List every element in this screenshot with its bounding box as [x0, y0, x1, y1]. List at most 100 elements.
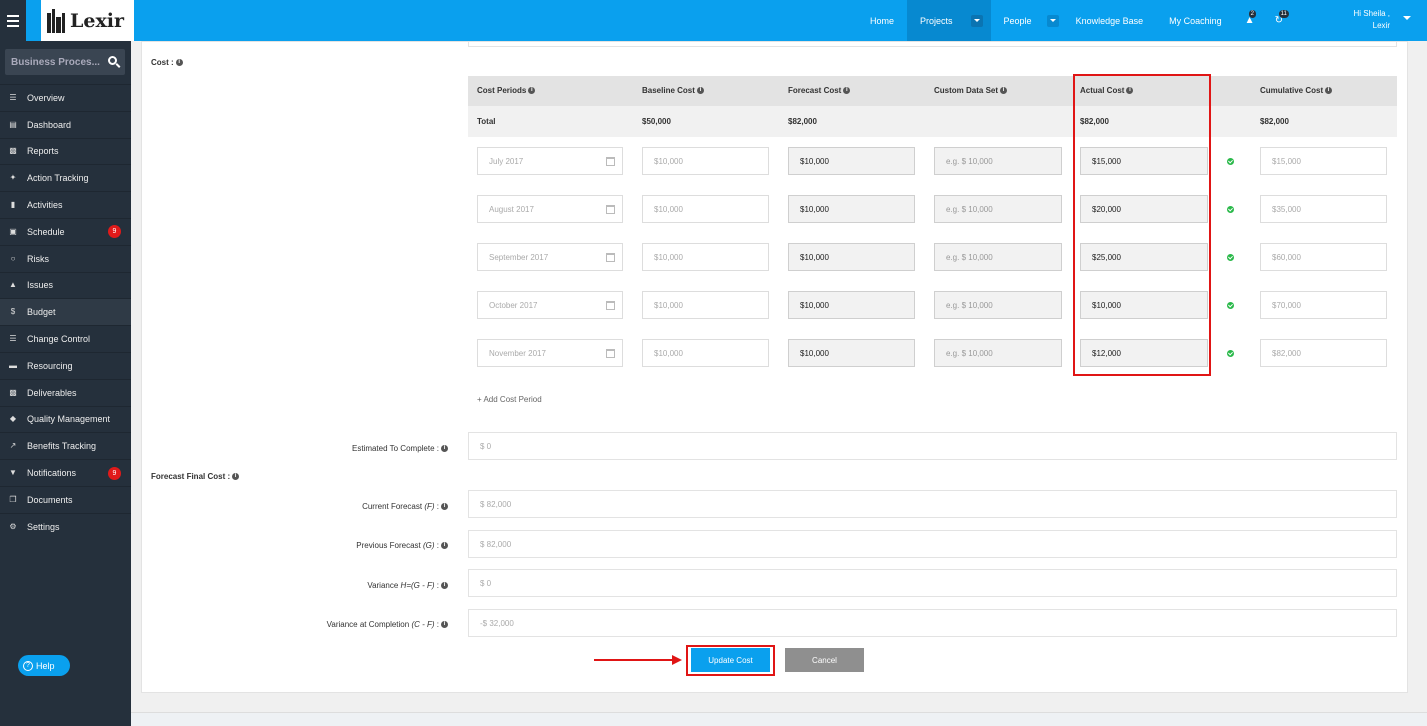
baseline-input[interactable]: $10,000	[642, 243, 769, 271]
forecast-input[interactable]: $10,000	[788, 339, 915, 367]
list-icon: ☰	[9, 92, 17, 102]
people-dropdown-icon[interactable]	[1046, 14, 1059, 27]
etc-input[interactable]: $ 0	[468, 432, 1397, 460]
sidebar-item-label: Activities	[27, 200, 63, 211]
custom-data-input[interactable]: e.g. $ 10,000	[934, 147, 1062, 175]
user-menu[interactable]: Hi Sheila , Lexir	[1345, 8, 1390, 32]
info-icon[interactable]: i	[441, 582, 448, 590]
header-cumulative-cost: Cumulative Cost i	[1260, 86, 1333, 95]
update-cost-button[interactable]: Update Cost	[691, 648, 770, 672]
sidebar-item-issues[interactable]: ▲ Issues	[0, 271, 131, 299]
etc-label: Estimated To Complete :i	[148, 444, 448, 453]
baseline-input[interactable]: $10,000	[642, 195, 769, 223]
cancel-button[interactable]: Cancel	[785, 648, 864, 672]
calendar-icon[interactable]	[606, 301, 615, 310]
sidebar-item-action-tracking[interactable]: ✦ Action Tracking	[0, 164, 131, 191]
search-icon[interactable]	[108, 56, 117, 65]
pointer-arrow-icon	[594, 655, 682, 665]
copy-icon: ❐	[9, 494, 17, 504]
baseline-input[interactable]: $10,000	[642, 339, 769, 367]
forecast-input[interactable]: $10,000	[788, 243, 915, 271]
sidebar-item-overview[interactable]: ☰ Overview	[0, 84, 131, 111]
variance-input[interactable]: $ 0	[468, 569, 1397, 597]
hamburger-menu-icon[interactable]	[0, 0, 26, 41]
info-icon[interactable]: i	[175, 59, 183, 67]
period-date-input[interactable]: October 2017	[477, 291, 623, 319]
actual-cost-highlight	[1073, 74, 1211, 376]
variance-at-completion-input[interactable]: -$ 32,000	[468, 609, 1397, 637]
sidebar-item-label: Quality Management	[27, 414, 111, 425]
nav-my-coaching[interactable]: My Coaching	[1156, 0, 1235, 41]
user-dropdown-icon[interactable]	[1403, 16, 1411, 20]
info-icon[interactable]: i	[232, 473, 240, 481]
info-icon[interactable]: i	[696, 87, 704, 95]
sidebar-item-settings[interactable]: ⚙ Settings	[0, 512, 131, 540]
nav-projects[interactable]: Projects	[907, 0, 991, 41]
sidebar-item-deliverables[interactable]: ▩ Deliverables	[0, 378, 131, 406]
project-search-input[interactable]: Business Proces...	[5, 49, 125, 75]
header-baseline-cost: Baseline Cost i	[642, 86, 704, 95]
sidebar-item-resourcing[interactable]: ▬ Resourcing	[0, 351, 131, 379]
custom-data-input[interactable]: e.g. $ 10,000	[934, 243, 1062, 271]
info-icon[interactable]: i	[441, 445, 448, 453]
cost-table-header	[468, 76, 1397, 106]
sidebar-menu: ☰ Overview ▤ Dashboard ▩ Reports ✦ Action Tr…	[0, 84, 131, 540]
sidebar-item-dashboard[interactable]: ▤ Dashboard	[0, 110, 131, 138]
calendar-icon[interactable]	[606, 349, 615, 358]
nav-knowledge-base[interactable]: Knowledge Base	[1063, 0, 1157, 41]
previous-forecast-input[interactable]: $ 82,000	[468, 530, 1397, 558]
projects-dropdown-icon[interactable]	[970, 14, 983, 27]
sidebar-item-risks[interactable]: ○ Risks	[0, 244, 131, 272]
custom-data-input[interactable]: e.g. $ 10,000	[934, 291, 1062, 319]
check-icon	[1227, 158, 1234, 165]
info-icon[interactable]: i	[1000, 87, 1008, 95]
custom-data-input[interactable]: e.g. $ 10,000	[934, 339, 1062, 367]
check-icon	[1227, 254, 1234, 261]
baseline-input[interactable]: $10,000	[642, 291, 769, 319]
current-forecast-input[interactable]: $ 82,000	[468, 490, 1397, 518]
total-cumulative: $82,000	[1260, 117, 1289, 126]
info-icon[interactable]: i	[441, 542, 448, 550]
sidebar-item-label: Benefits Tracking	[27, 441, 97, 452]
info-icon[interactable]: i	[441, 621, 448, 629]
info-icon[interactable]: i	[528, 87, 536, 95]
sidebar-item-documents[interactable]: ❐ Documents	[0, 485, 131, 513]
cost-section-label: Cost :i	[151, 58, 183, 67]
sidebar-item-reports[interactable]: ▩ Reports	[0, 137, 131, 165]
tag-icon: ◆	[9, 414, 17, 424]
forecast-input[interactable]: $10,000	[788, 291, 915, 319]
sidebar-item-label: Resourcing	[27, 360, 73, 371]
sidebar-item-label: Risks	[27, 253, 49, 264]
sidebar-item-schedule[interactable]: ▣ Schedule 9	[0, 217, 131, 245]
alerts-button[interactable]: ▲ 2	[1235, 0, 1265, 41]
sidebar-item-activities[interactable]: ▮ Activities	[0, 191, 131, 218]
period-date-input[interactable]: July 2017	[477, 147, 623, 175]
period-date-input[interactable]: September 2017	[477, 243, 623, 271]
period-date-input[interactable]: November 2017	[477, 339, 623, 367]
custom-data-input[interactable]: e.g. $ 10,000	[934, 195, 1062, 223]
period-date-input[interactable]: August 2017	[477, 195, 623, 223]
brand-logo[interactable]: Lexir	[41, 0, 134, 41]
sidebar-item-change-control[interactable]: ☰ Change Control	[0, 325, 131, 352]
sidebar-item-quality-management[interactable]: ◆ Quality Management	[0, 405, 131, 433]
help-button[interactable]: ? Help	[18, 655, 70, 676]
forecast-input[interactable]: $10,000	[788, 195, 915, 223]
calendar-icon[interactable]	[606, 157, 615, 166]
nav-home[interactable]: Home	[857, 0, 907, 41]
user-name: Lexir	[1372, 21, 1390, 30]
sidebar-item-budget[interactable]: $ Budget	[0, 298, 131, 326]
info-icon[interactable]: i	[843, 87, 851, 95]
info-icon[interactable]: i	[1325, 87, 1333, 95]
calendar-icon[interactable]	[606, 253, 615, 262]
add-cost-period-link[interactable]: + Add Cost Period	[477, 395, 542, 404]
baseline-input[interactable]: $10,000	[642, 147, 769, 175]
forecast-input[interactable]: $10,000	[788, 147, 915, 175]
info-icon[interactable]: i	[441, 503, 448, 511]
sidebar-item-notifications[interactable]: ▼ Notifications 9	[0, 459, 131, 486]
sidebar-item-benefits-tracking[interactable]: ↗ Benefits Tracking	[0, 432, 131, 459]
calendar-icon[interactable]	[606, 205, 615, 214]
line-chart-icon: ↗	[9, 441, 17, 451]
previous-field-input[interactable]	[468, 41, 1397, 47]
tasks-button[interactable]: ↻ 11	[1265, 0, 1293, 41]
nav-people[interactable]: People	[991, 0, 1063, 41]
